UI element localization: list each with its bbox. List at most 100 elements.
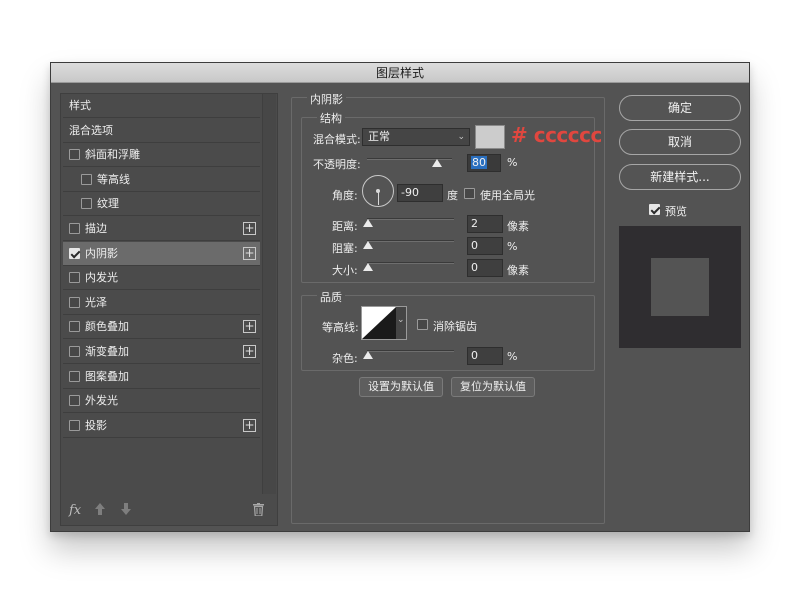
style-item[interactable]: 颜色叠加 + (63, 315, 260, 340)
style-item-label: 样式 (69, 99, 91, 112)
styles-list-panel: 样式混合选项斜面和浮雕等高线纹理描边 + 内阴影 + 内发光 光泽颜色叠加 + 渐变叠加 + 图案… (60, 93, 278, 526)
add-effect-icon[interactable]: + (243, 222, 256, 235)
style-item[interactable]: 图案叠加 (63, 365, 260, 389)
style-item-label: 内阴影 (85, 246, 118, 260)
style-item-label: 斜面和浮雕 (85, 148, 140, 162)
noise-slider-track[interactable] (367, 350, 454, 352)
angle-value: -90 (401, 186, 419, 199)
distance-input[interactable]: 2 (467, 215, 503, 233)
size-input[interactable]: 0 (467, 259, 503, 277)
ok-button[interactable]: 确定 (619, 95, 741, 121)
style-item[interactable]: 光泽 (63, 291, 260, 315)
style-item[interactable]: 样式 (63, 94, 260, 118)
color-annotation: # cccccc (511, 123, 602, 147)
angle-input[interactable]: -90 (397, 184, 443, 202)
style-item-label: 颜色叠加 (85, 320, 129, 334)
style-item-label: 纹理 (97, 197, 119, 211)
move-up-icon[interactable] (95, 503, 105, 519)
global-light-label: 使用全局光 (480, 189, 535, 202)
global-light-checkbox[interactable] (464, 188, 475, 199)
quality-title: 品质 (317, 289, 345, 305)
style-item[interactable]: 斜面和浮雕 (63, 143, 260, 168)
style-item[interactable]: 内发光 (63, 266, 260, 291)
opacity-unit: % (507, 156, 518, 169)
styles-list-toolbar: fx (61, 497, 277, 525)
noise-unit: % (507, 350, 518, 363)
style-item-checkbox[interactable] (81, 198, 92, 210)
style-item[interactable]: 投影 + (63, 414, 260, 438)
choke-slider-track[interactable] (367, 240, 454, 242)
make-default-button[interactable]: 设置为默认值 (359, 377, 443, 397)
style-item-label: 描边 (85, 222, 107, 235)
style-item[interactable]: 内阴影 + (63, 241, 260, 266)
opacity-slider-thumb[interactable] (432, 159, 442, 167)
angle-dial[interactable] (362, 175, 394, 207)
style-item-label: 投影 (85, 418, 107, 432)
dialog-title: 图层样式 (51, 63, 749, 83)
distance-slider-thumb[interactable] (363, 219, 373, 227)
cancel-button[interactable]: 取消 (619, 129, 741, 155)
new-style-button[interactable]: 新建样式... (619, 164, 741, 190)
shadow-color-swatch[interactable] (475, 125, 505, 149)
style-item-label: 渐变叠加 (85, 345, 129, 358)
style-item-checkbox[interactable] (69, 149, 80, 161)
style-item-checkbox[interactable] (81, 173, 92, 185)
noise-slider-thumb[interactable] (363, 351, 373, 359)
preview-label: 预览 (665, 205, 687, 218)
section-title: 内阴影 (307, 91, 346, 107)
blend-mode-select[interactable]: 正常 ⌄ (362, 128, 470, 146)
distance-unit: 像素 (507, 220, 529, 233)
size-value: 0 (471, 261, 478, 274)
style-item-checkbox[interactable] (69, 321, 80, 333)
preview-thumbnail (619, 226, 741, 348)
noise-value: 0 (471, 349, 478, 362)
add-effect-icon[interactable]: + (243, 320, 256, 334)
style-item[interactable]: 纹理 (63, 192, 260, 217)
style-item[interactable]: 描边 + (63, 217, 260, 241)
opacity-value: 80 (471, 156, 487, 169)
style-item-checkbox[interactable] (69, 223, 80, 234)
anti-alias-label: 消除锯齿 (433, 320, 477, 333)
contour-picker[interactable]: ⌄ (361, 306, 407, 340)
style-item-checkbox[interactable] (69, 370, 80, 382)
style-item[interactable]: 等高线 (63, 168, 260, 192)
size-label: 大小: (332, 264, 358, 277)
distance-slider-track[interactable] (367, 218, 454, 220)
style-item[interactable]: 混合选项 (63, 119, 260, 143)
style-item-label: 外发光 (85, 394, 118, 408)
style-item-checkbox[interactable] (69, 272, 80, 284)
size-slider-track[interactable] (367, 262, 454, 264)
reset-default-button[interactable]: 复位为默认值 (451, 377, 535, 397)
style-item-checkbox[interactable] (69, 395, 80, 407)
style-item-checkbox[interactable] (69, 419, 80, 431)
styles-list-scrollbar[interactable] (262, 94, 276, 494)
choke-unit: % (507, 240, 518, 253)
add-effect-icon[interactable]: + (243, 246, 256, 260)
size-slider-thumb[interactable] (363, 263, 373, 271)
angle-unit: 度 (447, 189, 458, 202)
contour-label: 等高线: (322, 321, 359, 334)
distance-value: 2 (471, 217, 478, 230)
trash-icon[interactable] (253, 503, 264, 520)
style-item[interactable]: 外发光 (63, 389, 260, 414)
contour-chevron-icon: ⌄ (397, 315, 405, 325)
style-item-label: 混合选项 (69, 123, 113, 137)
preview-checkbox[interactable] (649, 204, 660, 215)
anti-alias-checkbox[interactable] (417, 319, 428, 330)
distance-label: 距离: (332, 220, 358, 233)
choke-value: 0 (471, 239, 478, 252)
style-item-checkbox[interactable] (69, 346, 80, 357)
blend-mode-label: 混合模式: (313, 133, 361, 146)
add-effect-icon[interactable]: + (243, 345, 256, 358)
choke-input[interactable]: 0 (467, 237, 503, 255)
fx-icon[interactable]: fx (69, 503, 81, 518)
style-item-checkbox[interactable] (69, 296, 80, 308)
style-item[interactable]: 渐变叠加 + (63, 340, 260, 364)
add-effect-icon[interactable]: + (243, 418, 256, 432)
angle-dial-needle (378, 191, 379, 205)
move-down-icon[interactable] (121, 503, 131, 519)
opacity-input[interactable]: 80 (467, 154, 501, 172)
choke-slider-thumb[interactable] (363, 241, 373, 249)
noise-input[interactable]: 0 (467, 347, 503, 365)
style-item-checkbox[interactable] (69, 247, 80, 259)
